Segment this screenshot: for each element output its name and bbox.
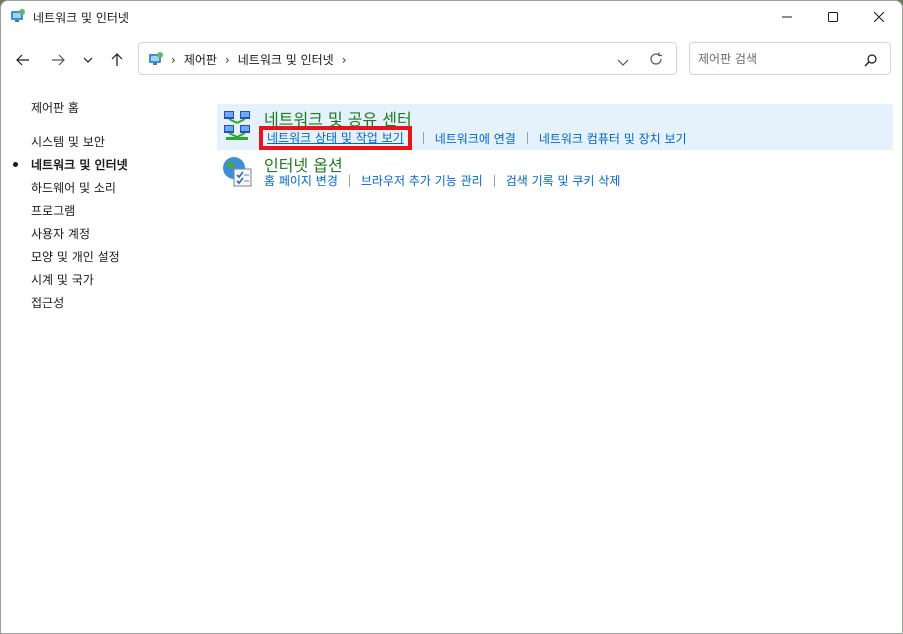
category-internet-options: 인터넷 옵션 홈 페이지 변경 브라우저 추가 기능 관리 검색 기록 및 쿠키… (217, 150, 893, 196)
refresh-button[interactable] (649, 51, 667, 67)
active-bullet-icon (13, 162, 18, 167)
chevron-down-icon (83, 57, 93, 63)
link-delete-browsing-history[interactable]: 검색 기록 및 쿠키 삭제 (506, 172, 621, 189)
maximize-icon (828, 12, 838, 22)
control-panel-icon (148, 51, 164, 67)
sidebar-home-link[interactable]: 제어판 홈 (31, 99, 79, 116)
search-input[interactable] (698, 50, 858, 68)
link-connect-to-network[interactable]: 네트워크에 연결 (435, 130, 516, 147)
control-panel-icon (10, 8, 26, 24)
link-divider (526, 132, 528, 144)
back-button[interactable] (9, 47, 37, 73)
arrow-right-icon (52, 54, 65, 66)
sidebar-item-label: 네트워크 및 인터넷 (31, 158, 128, 172)
sidebar-item-label: 사용자 계정 (31, 227, 91, 241)
sidebar-item-user-accounts[interactable]: 사용자 계정 (31, 225, 128, 248)
title-bar: 네트워크 및 인터넷 (1, 1, 902, 33)
close-button[interactable] (856, 1, 902, 33)
link-change-home-page[interactable]: 홈 페이지 변경 (264, 172, 338, 189)
sidebar: 제어판 홈 시스템 및 보안 네트워크 및 인터넷 하드웨어 및 소리 프로그램… (1, 87, 211, 627)
arrow-left-icon (16, 54, 29, 66)
chevron-right-icon[interactable]: › (171, 53, 176, 67)
maximize-button[interactable] (810, 1, 856, 33)
link-divider (348, 174, 350, 187)
chevron-right-icon[interactable]: › (225, 53, 230, 67)
search-icon[interactable] (864, 52, 878, 67)
sidebar-item-system-security[interactable]: 시스템 및 보안 (31, 133, 128, 156)
chevron-right-icon[interactable]: › (342, 53, 347, 67)
sidebar-item-label: 프로그램 (31, 204, 76, 218)
link-view-network-computers[interactable]: 네트워크 컴퓨터 및 장치 보기 (539, 130, 687, 147)
sidebar-item-label: 모양 및 개인 설정 (31, 250, 120, 264)
navigation-bar: › 제어판 › 네트워크 및 인터넷 › (1, 33, 902, 87)
search-box[interactable] (689, 42, 891, 75)
chevron-down-icon (617, 59, 629, 66)
main-content: 네트워크 및 공유 센터 네트워크 상태 및 작업 보기 네트워크에 연결 네트… (217, 104, 893, 196)
sidebar-item-network-internet[interactable]: 네트워크 및 인터넷 (13, 156, 128, 179)
category-links: 네트워크 상태 및 작업 보기 네트워크에 연결 네트워크 컴퓨터 및 장치 보… (259, 126, 687, 150)
breadcrumb: › 제어판 › 네트워크 및 인터넷 › (171, 51, 355, 68)
sidebar-item-label: 접근성 (31, 296, 65, 310)
close-icon (874, 12, 884, 22)
sidebar-list: 시스템 및 보안 네트워크 및 인터넷 하드웨어 및 소리 프로그램 사용자 계… (13, 133, 128, 317)
internet-options-icon[interactable] (220, 154, 254, 188)
sidebar-item-label: 시계 및 국가 (31, 273, 94, 287)
forward-button[interactable] (44, 47, 72, 73)
address-bar[interactable]: › 제어판 › 네트워크 및 인터넷 › (138, 42, 677, 75)
network-icon[interactable] (220, 108, 254, 142)
address-dropdown-button[interactable] (617, 52, 633, 66)
sidebar-item-appearance[interactable]: 모양 및 개인 설정 (31, 248, 128, 271)
sidebar-item-label: 하드웨어 및 소리 (31, 181, 116, 195)
breadcrumb-item-network-internet[interactable]: 네트워크 및 인터넷 (238, 51, 334, 68)
refresh-icon (650, 52, 662, 65)
recent-locations-button[interactable] (75, 47, 101, 73)
category-links: 홈 페이지 변경 브라우저 추가 기능 관리 검색 기록 및 쿠키 삭제 (264, 172, 620, 189)
sidebar-item-clock-region[interactable]: 시계 및 국가 (31, 271, 128, 294)
link-divider (493, 174, 495, 187)
link-divider (422, 132, 424, 144)
breadcrumb-item-control-panel[interactable]: 제어판 (184, 51, 217, 68)
minimize-button[interactable] (764, 1, 810, 33)
minimize-icon (782, 16, 792, 18)
control-panel-window: 네트워크 및 인터넷 › 제어판 › 네트워크 및 인터넷 › 제어판 검색 제… (0, 0, 903, 634)
sidebar-item-accessibility[interactable]: 접근성 (31, 294, 128, 317)
sidebar-item-programs[interactable]: 프로그램 (31, 202, 128, 225)
window-title: 네트워크 및 인터넷 (33, 11, 129, 25)
up-button[interactable] (103, 47, 131, 73)
sidebar-item-label: 시스템 및 보안 (31, 135, 105, 149)
link-manage-browser-addons[interactable]: 브라우저 추가 기능 관리 (361, 172, 483, 189)
category-network-sharing-center: 네트워크 및 공유 센터 네트워크 상태 및 작업 보기 네트워크에 연결 네트… (217, 104, 893, 150)
sidebar-item-hardware-sound[interactable]: 하드웨어 및 소리 (31, 179, 128, 202)
link-view-network-status[interactable]: 네트워크 상태 및 작업 보기 (259, 126, 412, 150)
arrow-up-icon (111, 53, 123, 66)
